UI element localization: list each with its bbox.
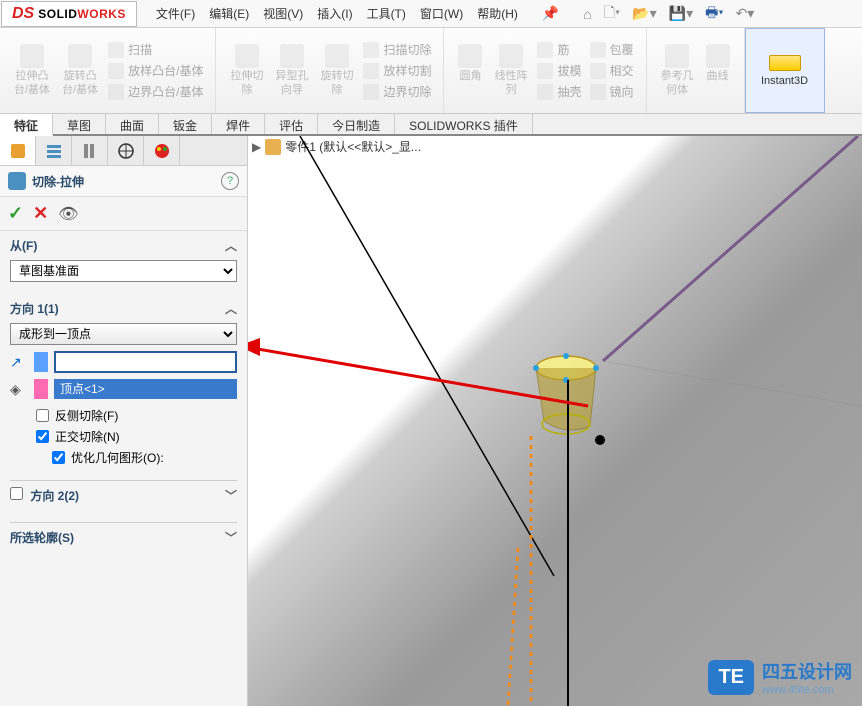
menu-bar: DS SOLIDWORKS 文件(F) 编辑(E) 视图(V) 插入(I) 工具… (0, 0, 862, 28)
panel-tab-config[interactable] (36, 136, 72, 165)
menu-window[interactable]: 窗口(W) (420, 5, 463, 22)
pin-icon[interactable]: 📌 (542, 5, 559, 22)
rib-button[interactable]: 筋 (537, 41, 581, 58)
optimize-geom-label: 优化几何图形(O): (71, 449, 164, 466)
wrap-button[interactable]: 包覆 (590, 41, 634, 58)
quick-toolbar: ⌂ 🗋▾ 📂▾ 💾▾ 🖶▾ ↶▾ (579, 0, 758, 28)
vertex-selection[interactable]: 顶点<1> (54, 379, 237, 399)
reverse-cut-label: 反侧切除(F) (55, 407, 118, 424)
direction1-section-header[interactable]: 方向 1(1) ︿ (10, 300, 237, 317)
watermark-url: www.45te.com (762, 684, 852, 696)
menu-edit[interactable]: 编辑(E) (209, 5, 249, 22)
menu-file[interactable]: 文件(F) (156, 5, 195, 22)
command-tabs: 特征 草图 曲面 钣金 焊件 评估 今日制造 SOLIDWORKS 插件 (0, 114, 862, 136)
loft-cut-button[interactable]: 放样切割 (363, 62, 431, 79)
sweep-button[interactable]: 扫描 (108, 41, 203, 58)
revolve-cut-button[interactable]: 旋转切 除 (314, 40, 359, 100)
feature-title: 切除-拉伸 (32, 173, 221, 190)
end-condition-select[interactable]: 成形到一顶点 (10, 323, 237, 345)
watermark: TE 四五设计网 www.45te.com (708, 658, 852, 696)
reverse-cut-checkbox[interactable] (36, 409, 49, 422)
direction-input[interactable] (54, 351, 237, 373)
tab-sketch[interactable]: 草图 (53, 114, 106, 134)
fillet-button[interactable]: 圆角 (452, 40, 488, 100)
panel-tab-dimxpert[interactable] (108, 136, 144, 165)
menu-help[interactable]: 帮助(H) (477, 5, 518, 22)
tab-weldment[interactable]: 焊件 (212, 114, 265, 134)
vertex-icon: ◈ (10, 381, 28, 398)
menu-view[interactable]: 视图(V) (263, 5, 303, 22)
loft-boss-button[interactable]: 放样凸台/基体 (108, 62, 203, 79)
intersect-button[interactable]: 相交 (590, 62, 634, 79)
ref-geom-button[interactable]: 参考几 何体 (655, 40, 700, 100)
model-view (248, 136, 862, 706)
open-icon[interactable]: 📂▾ (628, 3, 660, 24)
normal-cut-label: 正交切除(N) (55, 428, 120, 445)
app-logo: DS SOLIDWORKS (1, 1, 137, 27)
shell-button[interactable]: 抽壳 (537, 83, 581, 100)
boundary-cut-button[interactable]: 边界切除 (363, 83, 431, 100)
ok-button[interactable]: ✓ (8, 203, 23, 224)
chevron-up-icon: ︿ (225, 237, 237, 254)
panel-tab-display[interactable] (72, 136, 108, 165)
panel-tab-appearance[interactable] (144, 136, 180, 165)
instant3d-button[interactable]: Instant3D (745, 28, 825, 113)
draft-button[interactable]: 拔模 (537, 62, 581, 79)
tab-surface[interactable]: 曲面 (106, 114, 159, 134)
tab-evaluate[interactable]: 评估 (265, 114, 318, 134)
ruler-icon (769, 55, 801, 71)
boundary-boss-button[interactable]: 边界凸台/基体 (108, 83, 203, 100)
new-icon[interactable]: 🗋▾ (600, 0, 624, 28)
extrude-boss-button[interactable]: 拉伸凸 台/基体 (8, 40, 56, 100)
menu-insert[interactable]: 插入(I) (317, 5, 352, 22)
preview-button[interactable]: 👁 (58, 204, 78, 224)
chevron-down-icon: ﹀ (225, 529, 237, 546)
selected-profile-header[interactable]: 所选轮廓(S) ﹀ (10, 522, 237, 546)
logo-ds: DS (12, 5, 34, 23)
direction2-checkbox[interactable] (10, 487, 23, 500)
tab-today[interactable]: 今日制造 (318, 114, 395, 134)
mirror-button[interactable]: 镜向 (590, 83, 634, 100)
panel-tabs (0, 136, 247, 166)
menu-tools[interactable]: 工具(T) (367, 5, 406, 22)
direction2-section-header[interactable]: 方向 2(2) ﹀ (10, 480, 237, 504)
watermark-logo: TE (708, 660, 754, 695)
from-select[interactable]: 草图基准面 (10, 260, 237, 282)
panel-tab-feature[interactable] (0, 136, 36, 165)
reverse-direction-icon[interactable]: ↗ (10, 354, 28, 371)
optimize-geom-checkbox[interactable] (52, 451, 65, 464)
normal-cut-checkbox[interactable] (36, 430, 49, 443)
save-icon[interactable]: 💾▾ (665, 3, 697, 24)
home-icon[interactable]: ⌂ (579, 4, 595, 24)
property-manager: 切除-拉伸 ? ✓ ✕ 👁 从(F) ︿ 草图基准面 方向 1(1) ︿ (0, 136, 248, 706)
hole-wizard-button[interactable]: 异型孔 向导 (269, 40, 314, 100)
tab-feature[interactable]: 特征 (0, 114, 53, 136)
help-button[interactable]: ? (221, 172, 239, 190)
tab-plugins[interactable]: SOLIDWORKS 插件 (395, 114, 533, 134)
undo-icon[interactable]: ↶▾ (732, 3, 759, 24)
sweep-cut-button[interactable]: 扫描切除 (363, 41, 431, 58)
chevron-down-icon: ﹀ (225, 487, 237, 504)
vertex-color-icon (34, 379, 48, 399)
watermark-name: 四五设计网 (762, 658, 852, 684)
cancel-button[interactable]: ✕ (33, 203, 48, 224)
cut-extrude-icon (8, 172, 26, 190)
revolve-boss-button[interactable]: 旋转凸 台/基体 (56, 40, 104, 100)
3d-viewport[interactable]: ▶ 零件1 (默认<<默认>_显... (248, 136, 862, 706)
from-section-header[interactable]: 从(F) ︿ (10, 237, 237, 254)
curves-button[interactable]: 曲线 (700, 40, 736, 100)
print-icon[interactable]: 🖶▾ (701, 0, 727, 28)
logo-text: SOLIDWORKS (38, 6, 126, 21)
linear-pattern-button[interactable]: 线性阵 列 (488, 40, 533, 100)
direction-color-icon (34, 352, 48, 372)
tab-sheetmetal[interactable]: 钣金 (159, 114, 212, 134)
ribbon: 拉伸凸 台/基体 旋转凸 台/基体 扫描 放样凸台/基体 边界凸台/基体 拉伸切… (0, 28, 862, 114)
extrude-cut-button[interactable]: 拉伸切 除 (224, 40, 269, 100)
chevron-up-icon: ︿ (225, 300, 237, 317)
